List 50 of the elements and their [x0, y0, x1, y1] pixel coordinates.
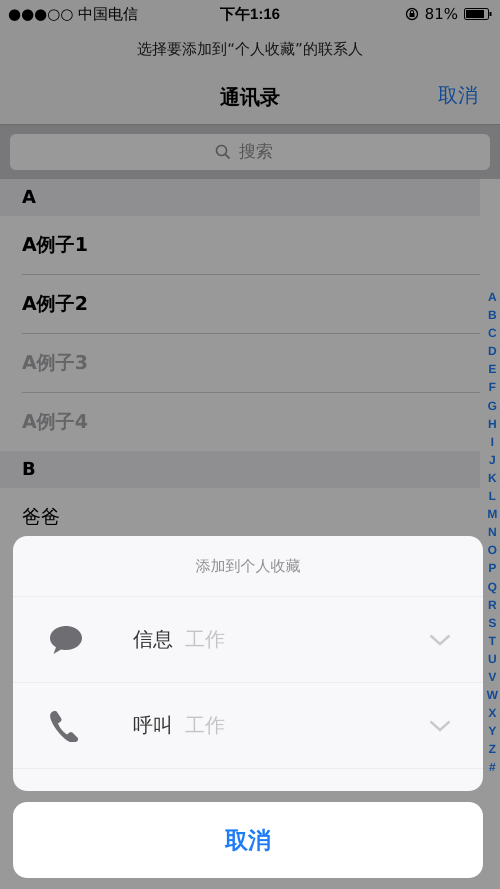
chevron-down-icon [429, 634, 451, 646]
index-letter[interactable]: S [488, 614, 496, 632]
index-letter[interactable]: L [488, 487, 496, 506]
clock-text: 下午1:16 [220, 4, 280, 24]
carrier-text: ●●●○○ 中国电信 [8, 4, 138, 24]
index-letter[interactable]: H [488, 414, 497, 433]
nav-title: 通讯录 [220, 84, 280, 110]
index-letter[interactable]: P [488, 559, 496, 578]
battery-text: 81% [424, 5, 458, 23]
speech-bubble-icon [49, 624, 83, 654]
contact-name[interactable]: A例子2 [22, 291, 88, 317]
action-label: 呼叫 [133, 712, 173, 739]
section-header: A [0, 179, 480, 216]
phone-icon [49, 710, 79, 742]
cancel-button[interactable]: 取消 [13, 802, 483, 878]
index-letter[interactable]: # [488, 758, 496, 777]
search-field[interactable]: 搜索 [237, 141, 285, 163]
index-letter[interactable]: Q [488, 578, 497, 596]
index-letter[interactable]: F [488, 378, 496, 397]
index-letter[interactable]: I [490, 432, 494, 451]
index-letter[interactable]: K [488, 468, 497, 488]
index-letter[interactable]: O [488, 541, 497, 560]
index-letter[interactable]: U [488, 650, 497, 668]
section-header: B [0, 451, 480, 488]
index-letter[interactable]: M [487, 505, 498, 524]
index-letter[interactable]: X [488, 704, 496, 722]
index-letter[interactable]: Z [488, 740, 496, 758]
sheet-title: 添加到个人收藏 [13, 536, 483, 597]
index-letter[interactable]: V [488, 668, 496, 686]
index-letter[interactable]: Y [488, 722, 496, 740]
index-letter[interactable]: B [488, 306, 497, 324]
index-letter[interactable]: N [488, 523, 497, 542]
chevron-down-icon [429, 720, 451, 732]
prompt-text: 选择要添加到“个人收藏”的联系人 [136, 39, 364, 60]
contact-name[interactable]: 爸爸 [22, 504, 60, 530]
action-label: 信息 [133, 626, 173, 653]
index-letter[interactable]: E [488, 360, 496, 378]
index-letter[interactable]: D [488, 342, 497, 360]
search-icon [215, 144, 231, 160]
index-letter[interactable]: W [486, 686, 498, 704]
index-letter[interactable]: R [488, 596, 497, 614]
index-letter[interactable]: J [488, 450, 496, 469]
index-letter[interactable]: A [488, 288, 497, 306]
contact-name[interactable]: A例子1 [22, 232, 88, 258]
rotation-lock-icon [404, 7, 419, 21]
battery-icon [464, 8, 492, 20]
index-letter[interactable]: G [488, 396, 497, 415]
index-letter[interactable]: T [488, 632, 496, 650]
cancel-link[interactable]: 取消 [438, 82, 478, 109]
index-letter[interactable]: C [488, 324, 497, 342]
